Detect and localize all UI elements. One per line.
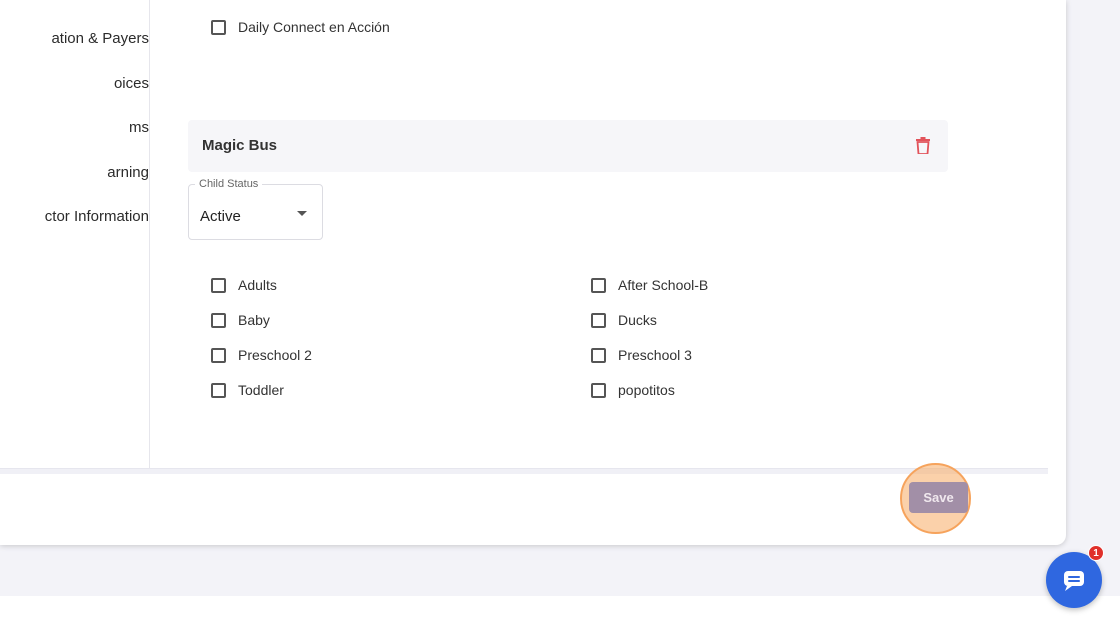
- checkbox-row[interactable]: Daily Connect en Acción: [211, 17, 390, 37]
- sidebar-item-forms[interactable]: ms: [0, 119, 149, 136]
- classroom-checkbox-row[interactable]: popotitos: [591, 380, 675, 400]
- checkbox-label: Toddler: [238, 382, 284, 398]
- notification-badge: 1: [1088, 545, 1104, 561]
- group-title: Magic Bus: [202, 137, 278, 154]
- checkbox[interactable]: [591, 347, 606, 363]
- checkbox-label: Baby: [238, 312, 270, 328]
- checkbox[interactable]: [211, 382, 226, 398]
- checkbox-label: After School-B: [618, 277, 709, 293]
- chevron-down-icon: [297, 211, 307, 216]
- checkbox[interactable]: [591, 312, 606, 328]
- checkbox[interactable]: [211, 277, 226, 293]
- sidebar-item-learning[interactable]: arning: [0, 164, 149, 181]
- save-button[interactable]: Save: [909, 482, 968, 513]
- classroom-checkbox-row[interactable]: Adults: [211, 275, 277, 295]
- classroom-checkbox-row[interactable]: After School-B: [591, 275, 708, 295]
- checkbox[interactable]: [591, 277, 606, 293]
- sidebar: ation & Payers oices ms arning ctor Info…: [0, 0, 150, 468]
- sidebar-item-registration-payers[interactable]: ation & Payers: [0, 30, 149, 47]
- checkbox[interactable]: [591, 382, 606, 398]
- child-status-value: Active: [200, 208, 241, 225]
- checkbox-label: Preschool 2: [238, 347, 312, 363]
- settings-card: ation & Payers oices ms arning ctor Info…: [0, 0, 1066, 545]
- classroom-checkbox-row[interactable]: Preschool 2: [211, 345, 312, 365]
- group-header: Magic Bus: [188, 120, 948, 172]
- checkbox[interactable]: [211, 19, 226, 35]
- checkbox-label: Adults: [238, 277, 277, 293]
- classroom-checkbox-row[interactable]: Preschool 3: [591, 345, 692, 365]
- checkbox-label: popotitos: [618, 382, 675, 398]
- checkbox-label: Daily Connect en Acción: [238, 19, 390, 35]
- trash-icon[interactable]: [916, 137, 930, 154]
- sidebar-item-invoices[interactable]: oices: [0, 75, 149, 92]
- checkbox-label: Ducks: [618, 312, 657, 328]
- footer-divider: [0, 468, 1048, 474]
- classroom-checkbox-row[interactable]: Baby: [211, 310, 270, 330]
- checkbox-label: Preschool 3: [618, 347, 692, 363]
- child-status-select[interactable]: Child Status Active: [188, 178, 323, 240]
- classroom-checkbox-row[interactable]: Ducks: [591, 310, 657, 330]
- checkbox[interactable]: [211, 312, 226, 328]
- checkbox[interactable]: [211, 347, 226, 363]
- classroom-checkbox-row[interactable]: Toddler: [211, 380, 284, 400]
- sidebar-item-doctor-information[interactable]: ctor Information: [0, 208, 149, 225]
- child-status-label: Child Status: [195, 178, 263, 190]
